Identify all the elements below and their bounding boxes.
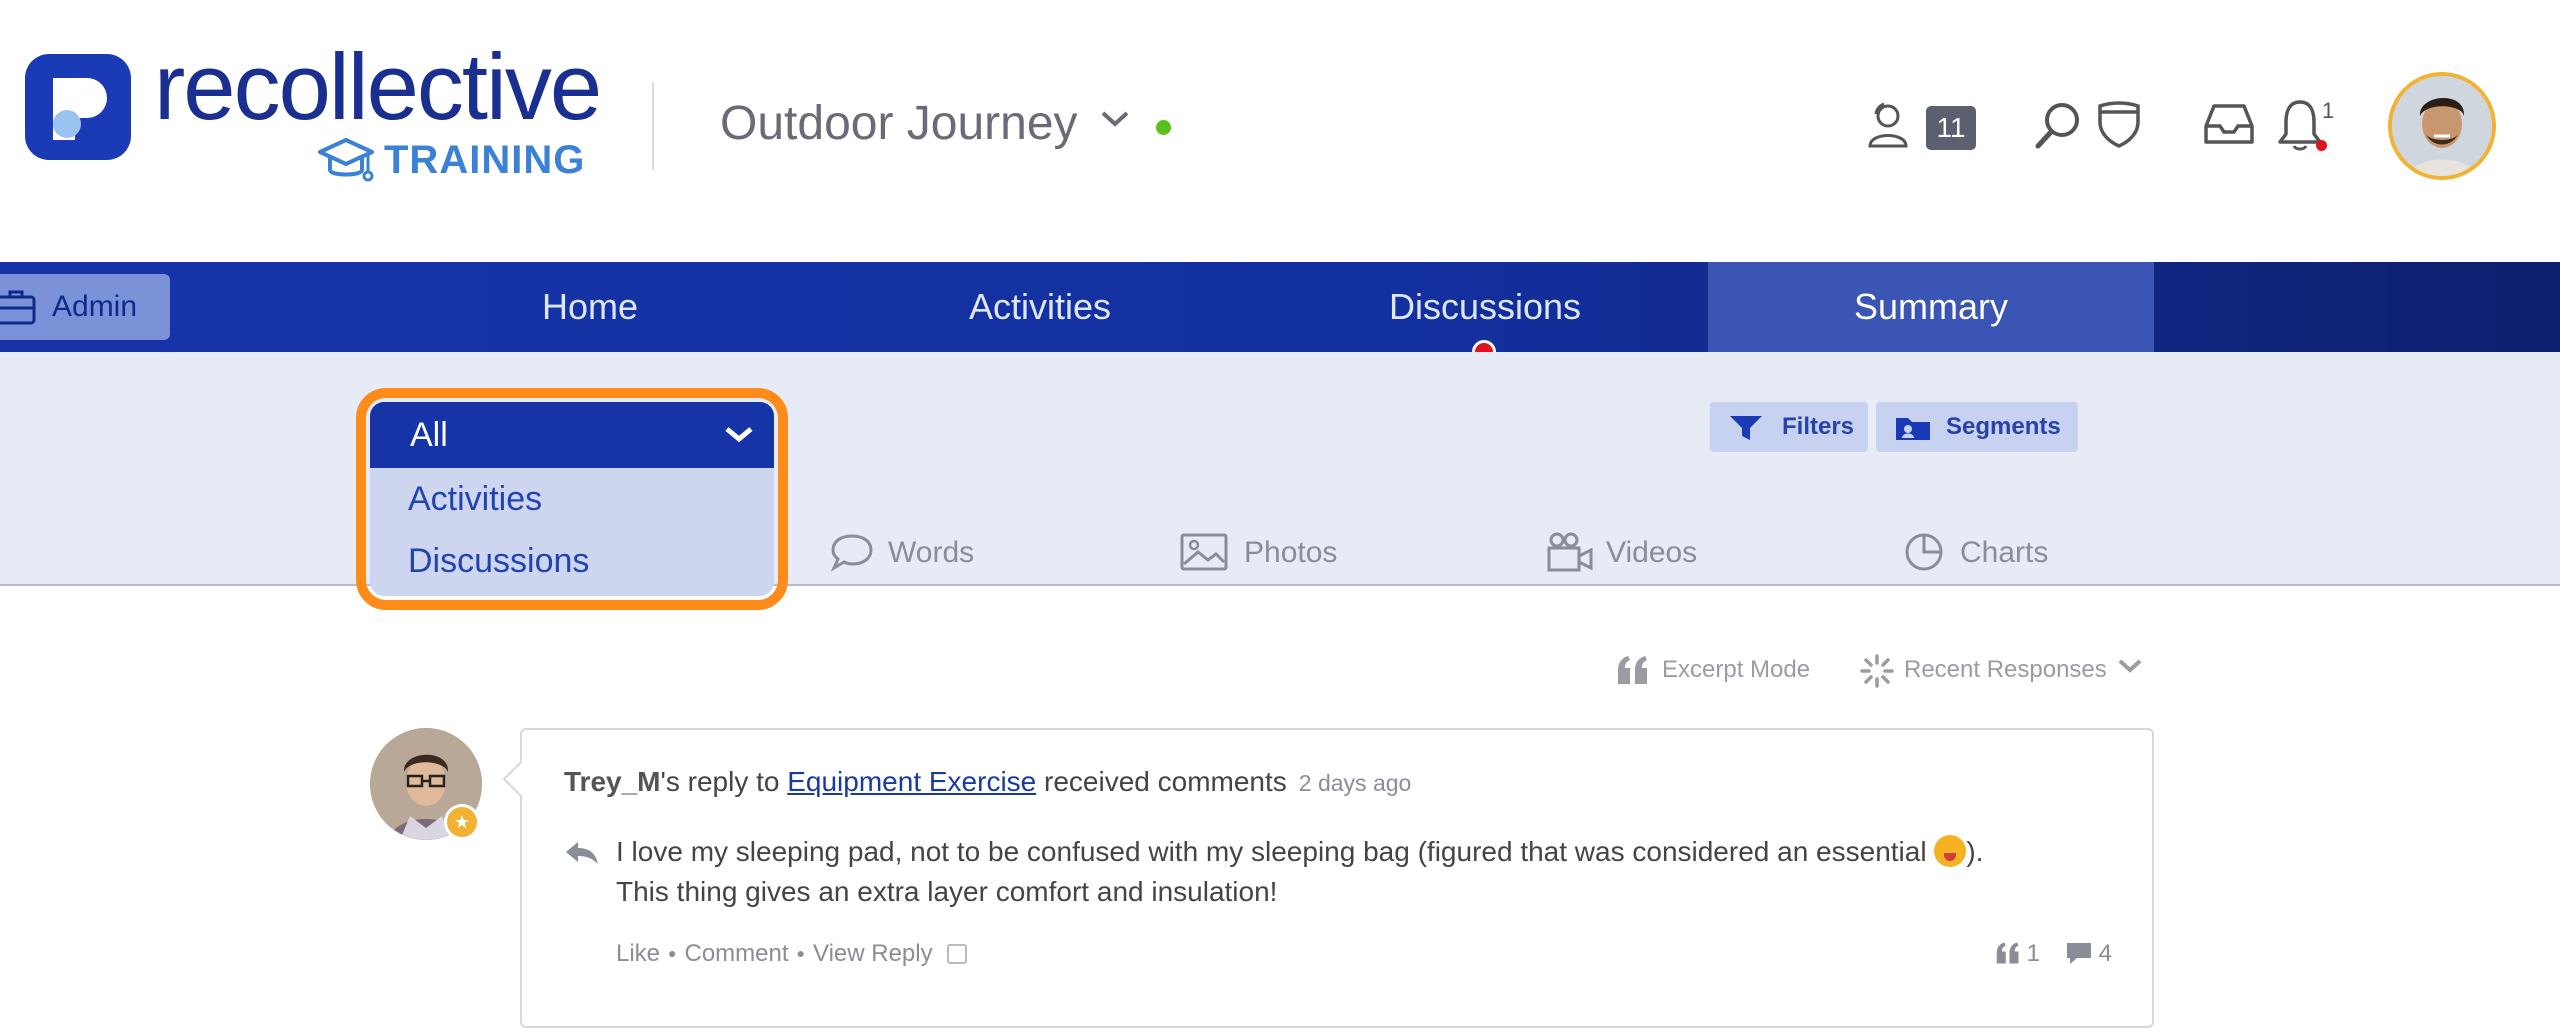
spinner-icon xyxy=(1860,654,1894,688)
post-action-text: received comments xyxy=(1036,766,1287,797)
users-icon[interactable] xyxy=(1862,100,1914,152)
tab-videos-label: Videos xyxy=(1606,536,1698,569)
post-body-line-1-end: ). xyxy=(1966,836,1984,867)
tab-photos-label: Photos xyxy=(1244,536,1338,569)
video-camera-icon xyxy=(1547,532,1593,572)
search-icon[interactable] xyxy=(2032,100,2082,152)
segment-folder-icon xyxy=(1896,418,1930,440)
brand-wordmark: recollective xyxy=(154,34,602,139)
brand-subtitle: TRAINING xyxy=(318,138,586,182)
nav-summary[interactable]: Summary xyxy=(1708,262,2154,352)
chevron-down-icon[interactable] xyxy=(1100,108,1130,130)
reply-arrow-icon xyxy=(566,842,598,864)
sort-dropdown[interactable]: Recent Responses xyxy=(1860,652,2143,688)
briefcase-icon xyxy=(0,290,36,325)
graduation-cap-icon xyxy=(318,138,374,182)
tab-photos[interactable]: Photos xyxy=(1180,530,1337,576)
view-reply-link[interactable]: View Reply xyxy=(813,940,933,967)
notification-dot xyxy=(2316,140,2327,151)
post-body-line-2: This thing gives an extra layer comfort … xyxy=(616,876,1278,907)
user-avatar[interactable] xyxy=(2388,72,2496,180)
photo-icon xyxy=(1180,533,1228,571)
shield-icon[interactable] xyxy=(2096,98,2142,150)
post-stats: 1 4 xyxy=(1995,940,2112,968)
funnel-icon xyxy=(1730,416,1762,440)
excerpt-mode-toggle[interactable]: Excerpt Mode xyxy=(1616,652,1810,688)
project-status-dot xyxy=(1156,120,1171,135)
post-body-line-1: I love my sleeping pad, not to be confus… xyxy=(616,836,1935,867)
online-users-count[interactable]: 11 xyxy=(1926,106,1976,150)
speech-bubble-icon xyxy=(830,534,873,572)
nav-home[interactable]: Home xyxy=(470,262,710,352)
main-nav: Admin Home Activities Discussions Summar… xyxy=(0,262,2560,352)
comment-link[interactable]: Comment xyxy=(685,940,789,967)
segments-label: Segments xyxy=(1946,413,2061,440)
separator-dot: ● xyxy=(796,945,805,961)
header-divider xyxy=(652,82,654,170)
post-timestamp: 2 days ago xyxy=(1298,770,1412,796)
quote-count: 1 xyxy=(2026,940,2040,967)
admin-label: Admin xyxy=(52,290,138,323)
post-reply-to-text: 's reply to xyxy=(660,766,788,797)
tongue-emoji-icon xyxy=(1934,835,1967,867)
post-body: I love my sleeping pad, not to be confus… xyxy=(616,832,2116,912)
comment-icon[interactable] xyxy=(2065,941,2093,965)
pie-chart-icon xyxy=(1905,533,1943,571)
nav-activities[interactable]: Activities xyxy=(900,262,1180,352)
post-header: Trey_M's reply to Equipment Exercise rec… xyxy=(564,766,1411,798)
excerpt-mode-label: Excerpt Mode xyxy=(1662,656,1811,683)
activity-feed-post: Trey_M's reply to Equipment Exercise rec… xyxy=(520,728,2154,1028)
post-actions: Like ● Comment ● View Reply xyxy=(616,940,967,968)
tab-charts-label: Charts xyxy=(1960,536,2049,569)
brand-subtitle-text: TRAINING xyxy=(384,138,586,182)
like-link[interactable]: Like xyxy=(616,940,660,967)
post-author[interactable]: Trey_M xyxy=(564,766,661,797)
segments-button[interactable]: Segments xyxy=(1876,402,2078,452)
project-name[interactable]: Outdoor Journey xyxy=(720,100,1078,148)
nav-discussions[interactable]: Discussions xyxy=(1340,262,1630,352)
recollective-logo-icon[interactable] xyxy=(25,54,131,160)
sort-label: Recent Responses xyxy=(1904,656,2107,683)
inbox-icon[interactable] xyxy=(2202,100,2256,148)
dropdown-highlight-outline xyxy=(356,388,788,610)
post-activity-link[interactable]: Equipment Exercise xyxy=(787,766,1036,797)
star-badge-icon: ★ xyxy=(444,804,480,840)
quote-icon[interactable] xyxy=(1995,941,2021,965)
quote-icon xyxy=(1618,656,1647,684)
tab-videos[interactable]: Videos xyxy=(1546,530,1697,576)
comment-count: 4 xyxy=(2098,940,2112,967)
admin-button[interactable]: Admin xyxy=(0,274,170,340)
separator-dot: ● xyxy=(668,945,677,961)
app-header: recollective TRAINING Outdoor Journey 11… xyxy=(0,0,2560,262)
filters-button[interactable]: Filters xyxy=(1710,402,1868,452)
select-checkbox[interactable] xyxy=(946,944,967,964)
tab-words[interactable]: Words xyxy=(830,530,974,576)
notification-count: 1 xyxy=(2322,98,2335,123)
chevron-down-icon xyxy=(2119,659,2142,673)
tab-words-label: Words xyxy=(888,536,975,569)
tab-charts[interactable]: Charts xyxy=(1904,530,2048,576)
filters-label: Filters xyxy=(1782,413,1855,440)
